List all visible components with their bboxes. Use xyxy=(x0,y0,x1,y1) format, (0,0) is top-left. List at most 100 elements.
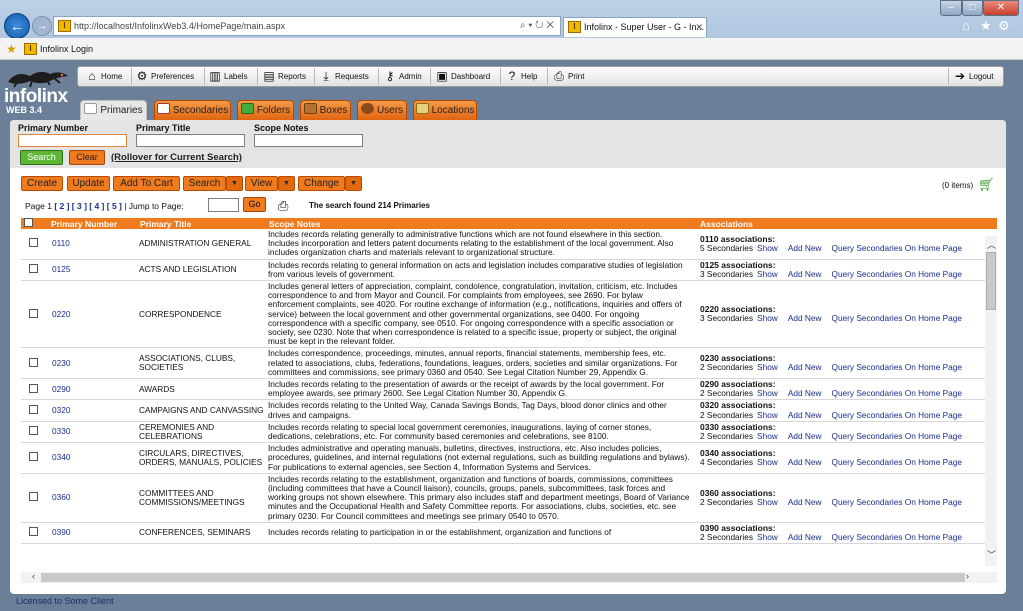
favorites-star-small-icon[interactable]: ★ xyxy=(6,38,17,60)
update-button[interactable]: Update xyxy=(67,176,110,191)
query-secondaries-link[interactable]: Query Secondaries On Home Page xyxy=(831,457,962,467)
horizontal-scroll-thumb[interactable] xyxy=(41,573,965,582)
row-primary-number[interactable]: 0330 xyxy=(46,421,137,444)
table-row[interactable]: 0340 CIRCULARS, DIRECTIVES, ORDERS, MANUA… xyxy=(21,442,997,474)
add-new-link[interactable]: Add New xyxy=(788,269,822,279)
scroll-down-chevron-icon[interactable]: ﹀ xyxy=(987,548,996,561)
tab-folders[interactable]: Folders xyxy=(237,100,294,120)
query-secondaries-link[interactable]: Query Secondaries On Home Page xyxy=(831,410,962,420)
forward-icon[interactable]: → xyxy=(32,16,52,36)
row-checkbox[interactable] xyxy=(29,383,38,393)
show-link[interactable]: Show xyxy=(757,243,778,253)
row-primary-number[interactable]: 0110 xyxy=(46,229,137,260)
change-dropdown-chevron-icon[interactable]: ▼ xyxy=(345,176,362,191)
tab-secondaries[interactable]: Secondaries xyxy=(154,100,231,120)
clear-button[interactable]: Clear xyxy=(69,150,105,165)
add-new-link[interactable]: Add New xyxy=(788,388,822,398)
row-primary-number[interactable]: 0220 xyxy=(46,280,137,349)
query-secondaries-link[interactable]: Query Secondaries On Home Page xyxy=(831,388,962,398)
address-bar[interactable]: I http://localhost/InfolinxWeb3.4/HomePa… xyxy=(53,16,561,36)
table-row[interactable]: 0360 COMMITTEES AND COMMISSIONS/MEETINGS I… xyxy=(21,473,997,523)
row-primary-number[interactable]: 0360 xyxy=(46,473,137,523)
search-refresh-icons[interactable]: ⌕ ▾ ↻ ✕ xyxy=(520,17,554,35)
show-link[interactable]: Show xyxy=(757,269,778,279)
row-checkbox[interactable] xyxy=(29,452,38,462)
row-checkbox[interactable] xyxy=(29,264,38,274)
show-link[interactable]: Show xyxy=(757,532,778,542)
tab-primaries[interactable]: Primaries xyxy=(80,100,147,121)
page-links[interactable]: [ 2 ] [ 3 ] [ 4 ] [ 5 ] xyxy=(54,201,122,211)
back-icon[interactable]: ← xyxy=(4,13,30,39)
tab-close-icon[interactable]: ✕ xyxy=(695,18,703,37)
view-dropdown-chevron-icon[interactable]: ▼ xyxy=(278,176,295,191)
row-checkbox[interactable] xyxy=(29,357,38,367)
add-new-link[interactable]: Add New xyxy=(788,362,822,372)
row-checkbox[interactable] xyxy=(29,492,38,502)
show-link[interactable]: Show xyxy=(757,388,778,398)
tools-gear-icon[interactable]: ⚙ xyxy=(998,18,1010,34)
row-select-cell[interactable] xyxy=(21,378,46,401)
preferences-button[interactable]: ⚙ Preferences xyxy=(135,67,195,86)
add-new-link[interactable]: Add New xyxy=(788,532,822,542)
row-select-cell[interactable] xyxy=(21,522,46,545)
show-link[interactable]: Show xyxy=(757,497,778,507)
help-button[interactable]: ? Help xyxy=(505,67,538,86)
row-primary-number[interactable]: 0290 xyxy=(46,378,137,401)
row-select-cell[interactable] xyxy=(21,280,46,349)
table-row[interactable]: 0320 CAMPAIGNS AND CANVASSING Includes rec… xyxy=(21,399,997,422)
row-checkbox[interactable] xyxy=(29,238,38,248)
close-window-icon[interactable]: ✕ xyxy=(983,0,1019,16)
scope-notes-input[interactable] xyxy=(254,134,363,147)
table-row[interactable]: 0390 CONFERENCES, SEMINARS Includes record… xyxy=(21,522,997,545)
tab-locations[interactable]: Locations xyxy=(413,100,477,120)
add-new-link[interactable]: Add New xyxy=(788,497,822,507)
requests-button[interactable]: ⤓ Requests xyxy=(319,67,368,86)
add-new-link[interactable]: Add New xyxy=(788,431,822,441)
row-primary-number[interactable]: 0125 xyxy=(46,259,137,282)
select-all-header[interactable] xyxy=(21,218,46,229)
row-select-cell[interactable] xyxy=(21,442,46,474)
row-select-cell[interactable] xyxy=(21,421,46,444)
row-primary-number[interactable]: 0340 xyxy=(46,442,137,474)
table-row[interactable]: 0330 CEREMONIES AND CELEBRATIONS Includes … xyxy=(21,421,997,444)
browser-home-icon[interactable]: ⌂ xyxy=(962,18,970,33)
labels-button[interactable]: ▥ Labels xyxy=(208,67,247,86)
add-new-link[interactable]: Add New xyxy=(788,410,822,420)
view-menu-button[interactable]: View xyxy=(245,176,278,191)
query-secondaries-link[interactable]: Query Secondaries On Home Page xyxy=(831,362,962,372)
query-secondaries-link[interactable]: Query Secondaries On Home Page xyxy=(831,313,962,323)
add-new-link[interactable]: Add New xyxy=(788,243,822,253)
print-button[interactable]: ⎙ Print xyxy=(552,67,584,86)
query-secondaries-link[interactable]: Query Secondaries On Home Page xyxy=(831,269,962,279)
create-button[interactable]: Create xyxy=(21,176,63,191)
vertical-scroll-thumb[interactable] xyxy=(986,252,996,310)
table-row[interactable]: 0125 ACTS AND LEGISLATION Includes records… xyxy=(21,259,997,282)
table-row[interactable]: 0230 ASSOCIATIONS, CLUBS, SOCIETIES Includ… xyxy=(21,347,997,380)
tab-users[interactable]: Users xyxy=(357,100,407,120)
dashboard-button[interactable]: ▣ Dashboard xyxy=(435,67,490,86)
minimize-icon[interactable]: – xyxy=(940,0,962,16)
go-button[interactable]: Go xyxy=(243,197,266,212)
query-secondaries-link[interactable]: Query Secondaries On Home Page xyxy=(831,497,962,507)
row-select-cell[interactable] xyxy=(21,229,46,260)
admin-button[interactable]: ⚷ Admin xyxy=(383,67,422,86)
scroll-up-chevron-icon[interactable]: ︿ xyxy=(987,238,996,251)
row-primary-number[interactable]: 0390 xyxy=(46,522,137,545)
row-primary-number[interactable]: 0320 xyxy=(46,399,137,422)
browser-tab[interactable]: I Infolinx - Super User - G - In... ✕ xyxy=(563,17,707,37)
search-dropdown-chevron-icon[interactable]: ▼ xyxy=(226,176,243,191)
add-to-cart-button[interactable]: Add To Cart xyxy=(113,176,180,191)
maximize-icon[interactable]: □ xyxy=(962,0,983,16)
col-primary-number[interactable]: Primary Number xyxy=(46,218,137,229)
row-select-cell[interactable] xyxy=(21,399,46,422)
logout-button[interactable]: ➔ Logout xyxy=(953,67,994,86)
row-select-cell[interactable] xyxy=(21,259,46,282)
col-primary-title[interactable]: Primary Title xyxy=(137,218,266,229)
search-button[interactable]: Search xyxy=(20,150,63,165)
primary-number-input[interactable] xyxy=(18,134,127,147)
search-menu-button[interactable]: Search xyxy=(183,176,226,191)
change-menu-button[interactable]: Change xyxy=(298,176,345,191)
query-secondaries-link[interactable]: Query Secondaries On Home Page xyxy=(831,431,962,441)
reports-button[interactable]: ▤ Reports xyxy=(262,67,306,86)
scroll-right-chevron-icon[interactable]: › xyxy=(966,571,969,581)
